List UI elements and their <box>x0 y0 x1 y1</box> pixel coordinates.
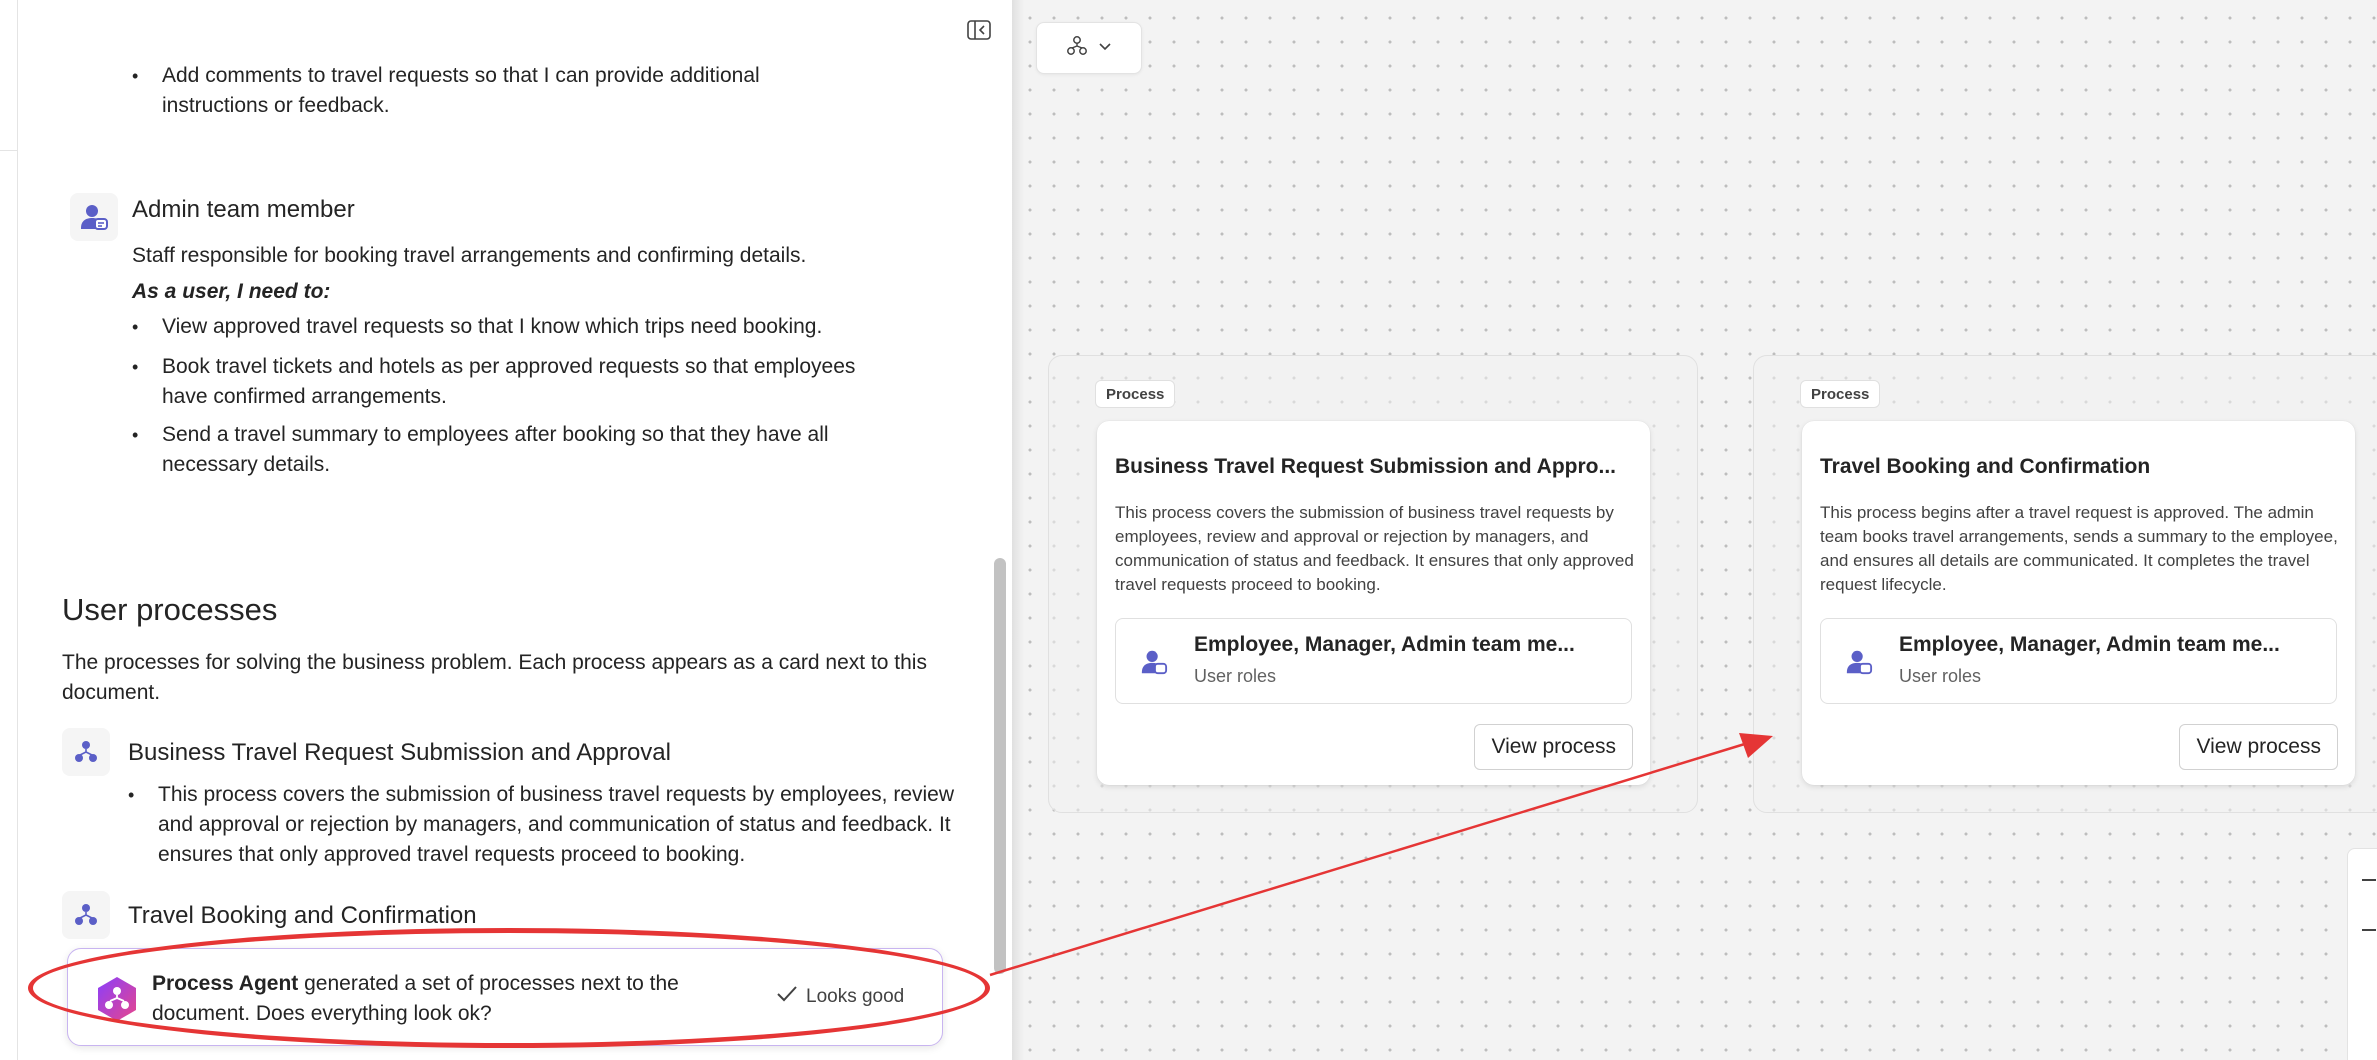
user-role-icon <box>1138 646 1170 678</box>
process-title[interactable]: Travel Booking and Confirmation <box>128 902 477 930</box>
process-group[interactable]: Process Travel Booking and Confirmation … <box>1753 355 2377 813</box>
view-process-button[interactable]: View process <box>1474 724 1633 770</box>
user-role-icon <box>1843 646 1875 678</box>
zoom-in-icon[interactable] <box>2362 879 2376 881</box>
document-scrollbar-thumb[interactable] <box>994 558 1006 974</box>
process-title[interactable]: Business Travel Request Submission and A… <box>128 739 671 767</box>
user-roles-names: Employee, Manager, Admin team me... <box>1899 633 2280 656</box>
section-description: The processes for solving the business p… <box>62 651 927 704</box>
role-description: Staff responsible for booking travel arr… <box>132 244 807 267</box>
user-roles-names: Employee, Manager, Admin team me... <box>1194 633 1575 656</box>
user-roles-box[interactable]: Employee, Manager, Admin team me... User… <box>1820 618 2337 704</box>
agent-notification: Process Agent generated a set of process… <box>67 948 943 1046</box>
view-process-button[interactable]: View process <box>2179 724 2338 770</box>
process-group[interactable]: Process Business Travel Request Submissi… <box>1048 355 1698 813</box>
process-summary: This process covers the submission of bu… <box>128 780 958 870</box>
process-card-title: Business Travel Request Submission and A… <box>1115 455 1617 478</box>
process-canvas[interactable]: Process Business Travel Request Submissi… <box>1012 0 2377 1060</box>
user-role-icon <box>70 193 118 241</box>
list-item: Add comments to travel requests so that … <box>132 61 802 121</box>
user-roles-box[interactable]: Employee, Manager, Admin team me... User… <box>1115 618 1632 704</box>
agent-name: Process Agent <box>152 972 299 995</box>
process-card-description: This process begins after a travel reque… <box>1820 503 2338 594</box>
process-card-title: Travel Booking and Confirmation <box>1820 455 2151 478</box>
panel-edge-divider <box>17 0 18 1060</box>
process-tag: Process <box>1095 380 1176 408</box>
chevron-down-icon <box>1098 39 1112 57</box>
zoom-controls[interactable] <box>2347 848 2377 1060</box>
canvas-edge-shadow <box>1012 0 1024 1060</box>
collapse-panel-button[interactable] <box>966 19 992 45</box>
document-panel: Add comments to travel requests so that … <box>0 0 1012 1060</box>
looks-good-button[interactable]: Looks good <box>776 981 904 1013</box>
process-icon <box>62 891 110 939</box>
collapse-panel-icon <box>967 19 991 45</box>
list-item: Send a travel summary to employees after… <box>132 420 852 480</box>
user-roles-label: User roles <box>1899 666 1982 686</box>
process-card[interactable]: Business Travel Request Submission and A… <box>1097 421 1650 785</box>
process-agent-icon <box>94 976 140 1022</box>
checkmark-icon <box>776 985 798 1009</box>
list-item: View approved travel requests so that I … <box>132 312 882 342</box>
process-card[interactable]: Travel Booking and Confirmation This pro… <box>1802 421 2355 785</box>
role-needs-label: As a user, I need to: <box>132 280 331 303</box>
looks-good-label: Looks good <box>806 986 905 1007</box>
process-card-description: This process covers the submission of bu… <box>1115 503 1634 594</box>
canvas-view-dropdown[interactable] <box>1036 22 1142 74</box>
panel-edge-stub <box>0 150 17 151</box>
list-item: Book travel tickets and hotels as per ap… <box>132 352 872 412</box>
role-title: Admin team member <box>132 196 355 223</box>
user-roles-label: User roles <box>1194 666 1277 686</box>
process-icon <box>1066 35 1088 62</box>
section-title: User processes <box>62 592 278 627</box>
zoom-out-icon[interactable] <box>2362 929 2376 931</box>
process-icon <box>62 728 110 776</box>
process-tag: Process <box>1800 380 1881 408</box>
notification-message: Process Agent generated a set of process… <box>152 969 712 1029</box>
